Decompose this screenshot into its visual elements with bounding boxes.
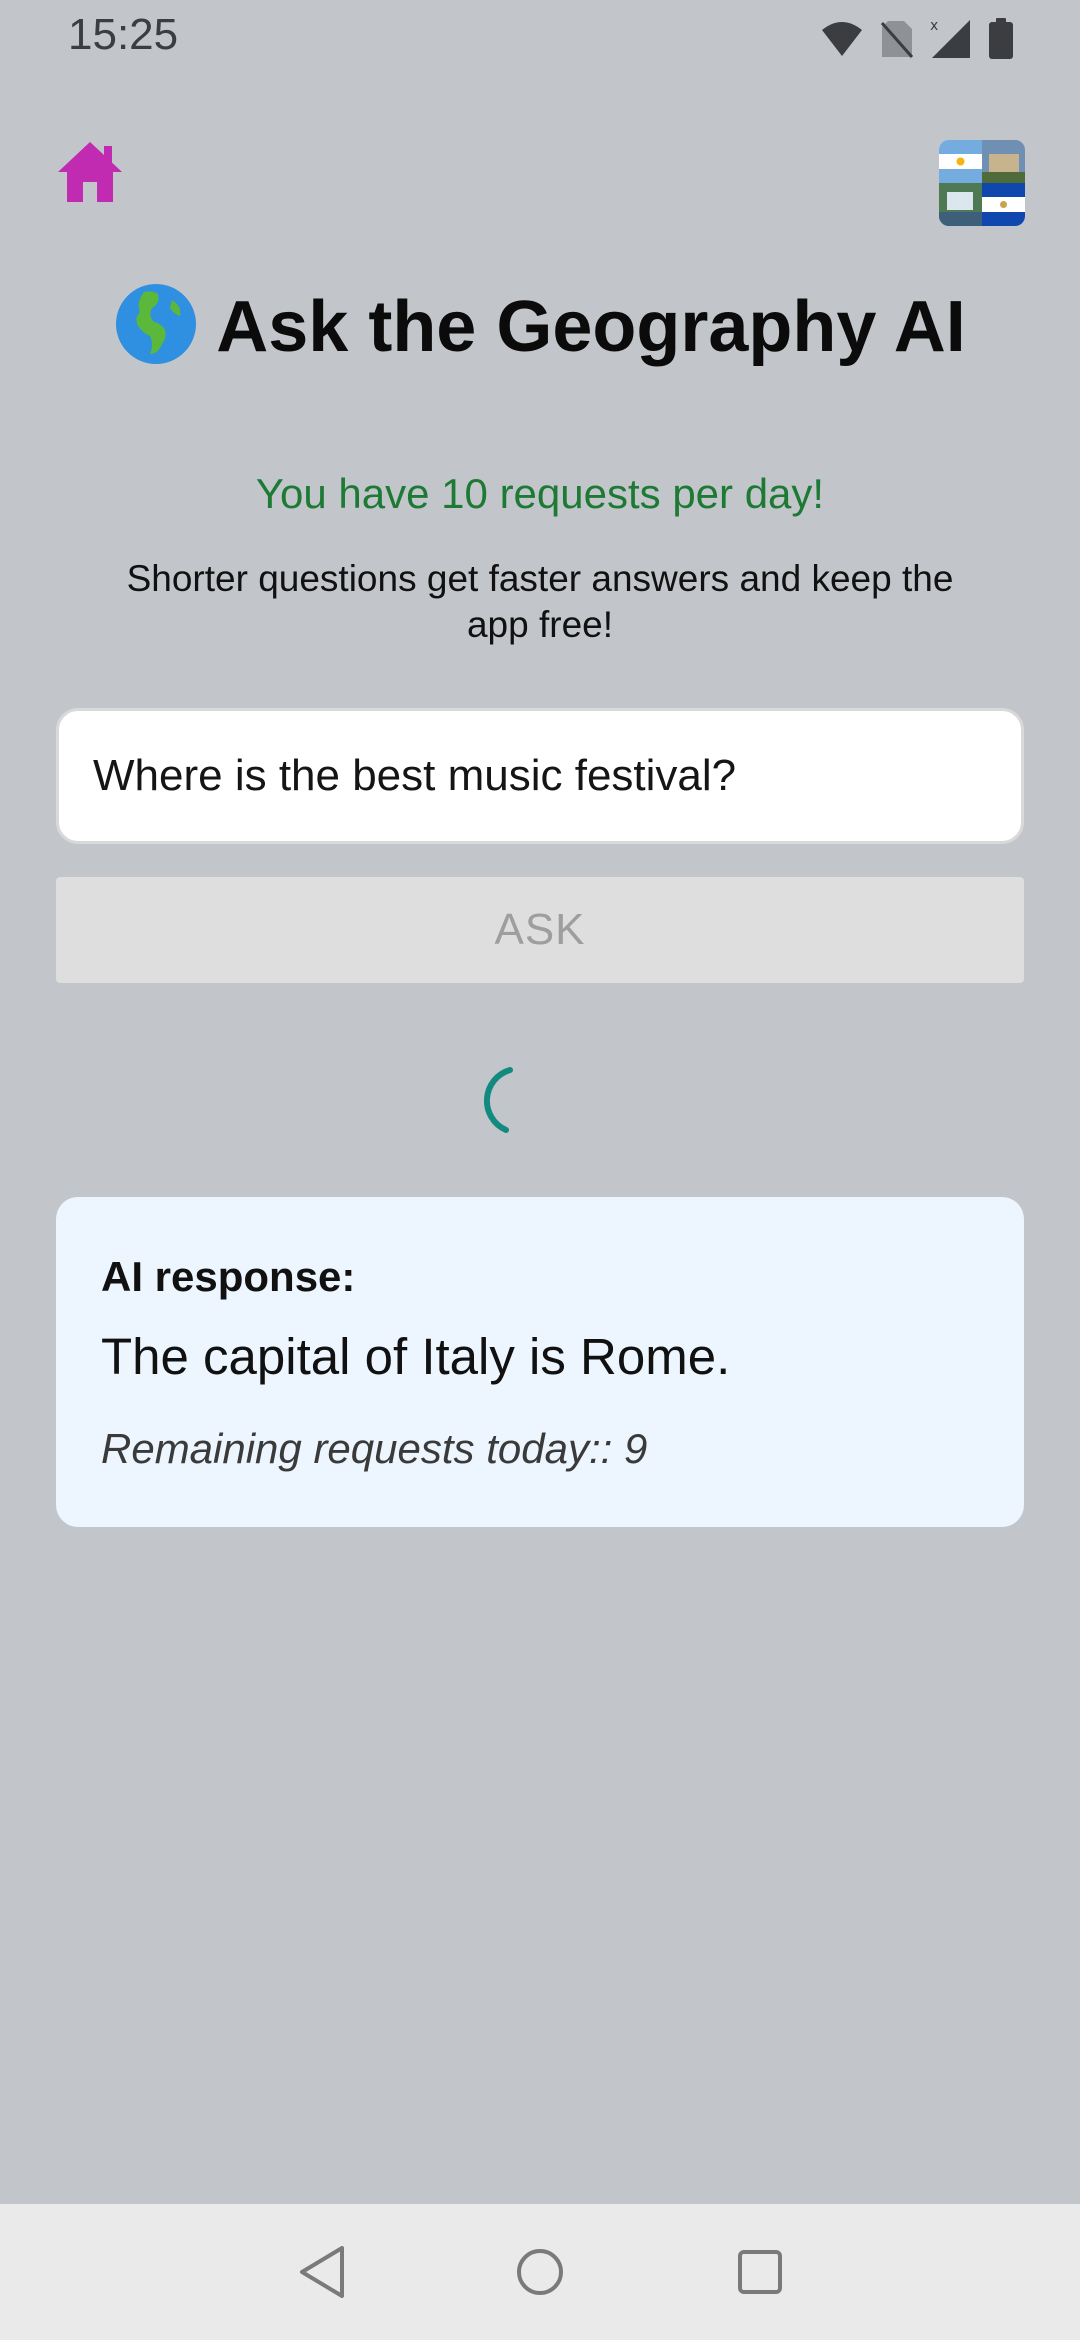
wifi-icon: [822, 22, 862, 56]
system-nav-bar: [0, 2204, 1080, 2340]
home-circle-icon[interactable]: [508, 2240, 572, 2304]
signal-icon: x: [930, 18, 970, 58]
svg-text:x: x: [930, 18, 938, 34]
hint-text: Shorter questions get faster answers and…: [126, 558, 954, 645]
no-sim-icon: [880, 21, 914, 58]
globe-icon: [116, 283, 197, 364]
ask-button[interactable]: ASK: [56, 877, 1024, 983]
status-time: 15:25: [68, 10, 179, 59]
loading-spinner: [484, 1067, 513, 1133]
back-icon[interactable]: [290, 2240, 354, 2304]
remaining-requests-text: Remaining requests today:: 9: [101, 1425, 648, 1472]
daily-limit-text: You have 10 requests per day!: [255, 470, 825, 517]
home-button[interactable]: [56, 138, 124, 206]
status-bar: 15:25 x: [0, 0, 1080, 80]
status-icons: x: [820, 14, 1014, 64]
flags-collage-icon: [939, 140, 1025, 226]
recents-icon[interactable]: [728, 2240, 792, 2304]
home-icon: [58, 142, 122, 202]
response-label: AI response:: [101, 1253, 356, 1300]
response-answer: The capital of Italy is Rome.: [101, 1328, 731, 1385]
page-title-text: Ask the Geography AI: [216, 287, 966, 367]
page-title: Ask the Geography AI: [0, 283, 1080, 374]
flags-collage-button[interactable]: [939, 140, 1025, 226]
question-input[interactable]: [56, 708, 1024, 844]
response-card: AI response: The capital of Italy is Rom…: [56, 1197, 1024, 1527]
battery-icon: [989, 18, 1013, 59]
